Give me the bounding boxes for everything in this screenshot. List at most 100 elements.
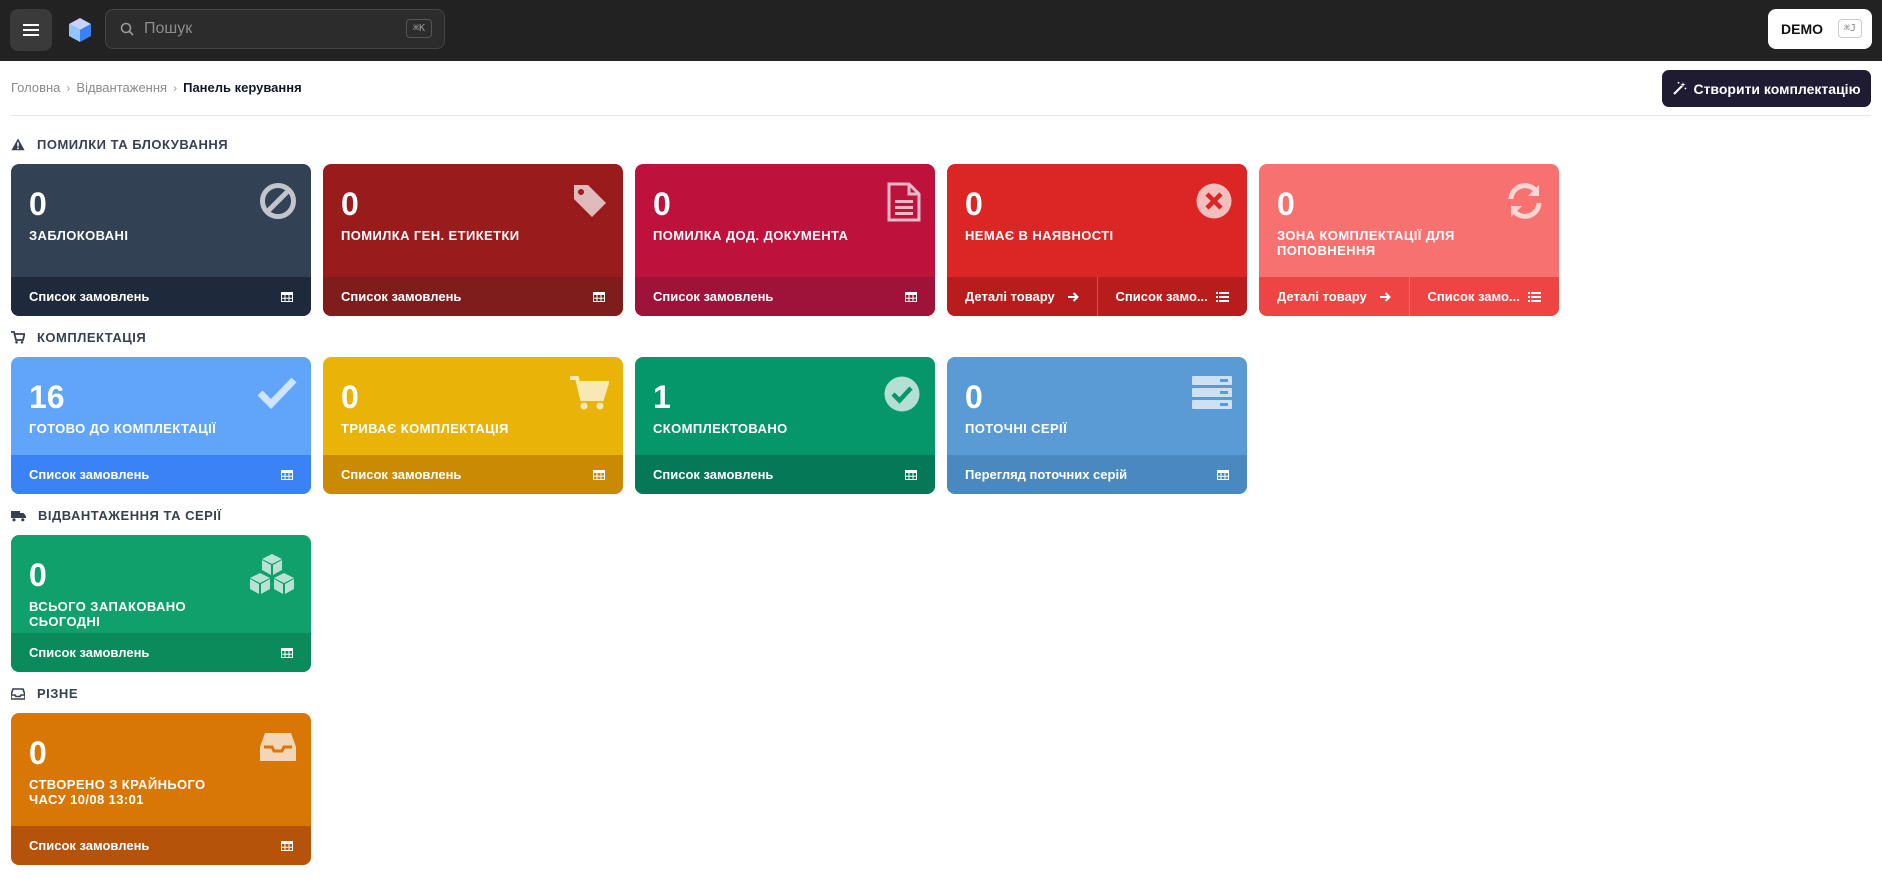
stat-value: 0 [1277,186,1295,222]
stat-label: ГОТОВО ДО КОМПЛЕКТАЦІЇ [29,421,217,436]
section-title-text: ПОМИЛКИ ТА БЛОКУВАННЯ [37,137,229,152]
stat-card: 0 ПОМИЛКА ДОД. ДОКУМЕНТА Список замовлень [635,164,935,316]
card-link-label: Список замовлень [341,467,462,482]
stat-card: 0 ЗОНА КОМПЛЕКТАЦІЇ ДЛЯ ПОПОВНЕННЯ Деталі … [1259,164,1559,316]
card-link[interactable]: Список замовлень [11,633,311,672]
stat-card-footer: Деталі товару Список замо... [947,277,1247,316]
stat-card: 0 ВСЬОГО ЗАПАКОВАНО СЬОГОДНІ Список замовл… [11,535,311,672]
cubes-icon [247,553,297,600]
section-title-text: РІЗНЕ [37,686,78,701]
logo-cube-icon[interactable] [68,17,92,43]
stat-label: СТВОРЕНО З КРАЙНЬОГО ЧАСУ 10/08 13:01 [29,777,206,807]
card-link-label: Список замо... [1115,289,1208,304]
card-link[interactable]: Деталі товару [1259,277,1409,316]
stat-card: 0 НЕМАЄ В НАЯВНОСТІ Деталі товару Список за… [947,164,1247,316]
card-link-label: Список замовлень [341,289,462,304]
card-link-label: Список замовлень [653,467,774,482]
card-link[interactable]: Список замовлень [11,826,311,865]
stat-card-body: 0 ВСЬОГО ЗАПАКОВАНО СЬОГОДНІ [11,535,311,629]
stat-label: ПОМИЛКА ГЕН. ЕТИКЕТКИ [341,228,520,243]
stat-card: 0 СТВОРЕНО З КРАЙНЬОГО ЧАСУ 10/08 13:01 Сп… [11,713,311,865]
stat-card-body: 0 ПОТОЧНІ СЕРІЇ [947,357,1247,436]
stat-value: 0 [29,735,47,771]
card-link-label: Список замо... [1427,289,1520,304]
cart-icon [11,331,31,344]
card-link-label: Список замовлень [29,467,150,482]
table-icon [593,469,605,480]
card-link[interactable]: Список замо... [1096,277,1248,316]
section-title-text: ВІДВАНТАЖЕННЯ ТА СЕРІЇ [38,508,222,523]
stat-card-footer: Список замовлень [635,277,935,316]
stat-label: ПОМИЛКА ДОД. ДОКУМЕНТА [653,228,849,243]
chevron-right-icon: › [173,80,178,95]
stat-label: ВСЬОГО ЗАПАКОВАНО СЬОГОДНІ [29,599,187,629]
check-circle-icon [883,375,921,418]
card-link[interactable]: Перегляд поточних серій [947,455,1247,494]
stat-card-body: 0 ЗАБЛОКОВАНІ [11,164,311,243]
stat-card-footer: Список замовлень [11,826,311,865]
stat-value: 1 [653,379,671,415]
menu-button[interactable] [10,9,52,51]
inbox-icon [259,731,297,768]
environment-button[interactable]: DEMO ⌘J [1768,9,1872,49]
card-link[interactable]: Список замовлень [635,277,935,316]
stat-card-footer: Список замовлень [323,277,623,316]
stat-card-footer: Список замовлень [11,455,311,494]
stat-card-body: 1 СКОМПЛЕКТОВАНО [635,357,935,436]
inbox-icon [11,687,31,700]
stat-card: 16 ГОТОВО ДО КОМПЛЕКТАЦІЇ Список замовлень [11,357,311,494]
document-icon [887,182,921,227]
card-link-label: Список замовлень [29,838,150,853]
x-circle-icon [1195,182,1233,225]
tag-icon [571,182,609,225]
card-link[interactable]: Список замовлень [11,455,311,494]
stat-card-footer: Список замовлень [635,455,935,494]
card-link-label: Деталі товару [965,289,1055,304]
card-link[interactable]: Список замовлень [323,277,623,316]
stat-label: ЗОНА КОМПЛЕКТАЦІЇ ДЛЯ ПОПОВНЕННЯ [1277,228,1455,258]
stat-card: 0 ПОТОЧНІ СЕРІЇ Перегляд поточних серій [947,357,1247,494]
card-link-label: Список замовлень [29,289,150,304]
breadcrumb-shipping[interactable]: Відвантаження [76,80,167,95]
search-box[interactable]: ⌘K [105,9,445,49]
stat-card-body: 0 ПОМИЛКА ГЕН. ЕТИКЕТКИ [323,164,623,243]
arrow-right-icon [1379,291,1391,302]
stat-card-footer: Список замовлень [323,455,623,494]
create-picking-label: Створити комплектацію [1693,80,1861,97]
table-icon [281,469,293,480]
create-picking-button[interactable]: Створити комплектацію [1662,70,1871,107]
stat-card-body: 0 ЗОНА КОМПЛЕКТАЦІЇ ДЛЯ ПОПОВНЕННЯ [1259,164,1559,258]
section-title: КОМПЛЕКТАЦІЯ [11,330,146,345]
stat-label: ПОТОЧНІ СЕРІЇ [965,421,1068,436]
table-icon [281,291,293,302]
stat-card-body: 16 ГОТОВО ДО КОМПЛЕКТАЦІЇ [11,357,311,436]
card-link[interactable]: Список замовлень [323,455,623,494]
arrow-right-icon [1067,291,1079,302]
search-icon [120,22,134,36]
chevron-right-icon: › [66,80,71,95]
stat-value: 0 [341,379,359,415]
stat-value: 0 [653,186,671,222]
search-input[interactable] [144,20,384,38]
stat-label: НЕМАЄ В НАЯВНОСТІ [965,228,1114,243]
refresh-icon [1505,182,1545,225]
table-icon [593,291,605,302]
top-bar: ⌘K DEMO ⌘J [0,0,1882,61]
list-icon [1528,291,1541,302]
magic-wand-icon [1673,81,1687,95]
cart-icon [569,375,610,416]
card-link-label: Перегляд поточних серій [965,467,1128,482]
card-link[interactable]: Список замо... [1408,277,1560,316]
stat-card: 0 ТРИВАЄ КОМПЛЕКТАЦІЯ Список замовлень [323,357,623,494]
stat-card: 0 ЗАБЛОКОВАНІ Список замовлень [11,164,311,316]
card-link[interactable]: Список замовлень [11,277,311,316]
stat-label: ЗАБЛОКОВАНІ [29,228,129,243]
stat-card-body: 0 ТРИВАЄ КОМПЛЕКТАЦІЯ [323,357,623,436]
card-link[interactable]: Деталі товару [947,277,1097,316]
breadcrumb-home[interactable]: Головна [11,80,60,95]
stat-card-body: 0 ПОМИЛКА ДОД. ДОКУМЕНТА [635,164,935,243]
card-link[interactable]: Список замовлень [635,455,935,494]
stat-card-body: 0 СТВОРЕНО З КРАЙНЬОГО ЧАСУ 10/08 13:01 [11,713,311,807]
breadcrumb-current: Панель керування [183,80,302,95]
stat-card: 0 ПОМИЛКА ГЕН. ЕТИКЕТКИ Список замовлень [323,164,623,316]
